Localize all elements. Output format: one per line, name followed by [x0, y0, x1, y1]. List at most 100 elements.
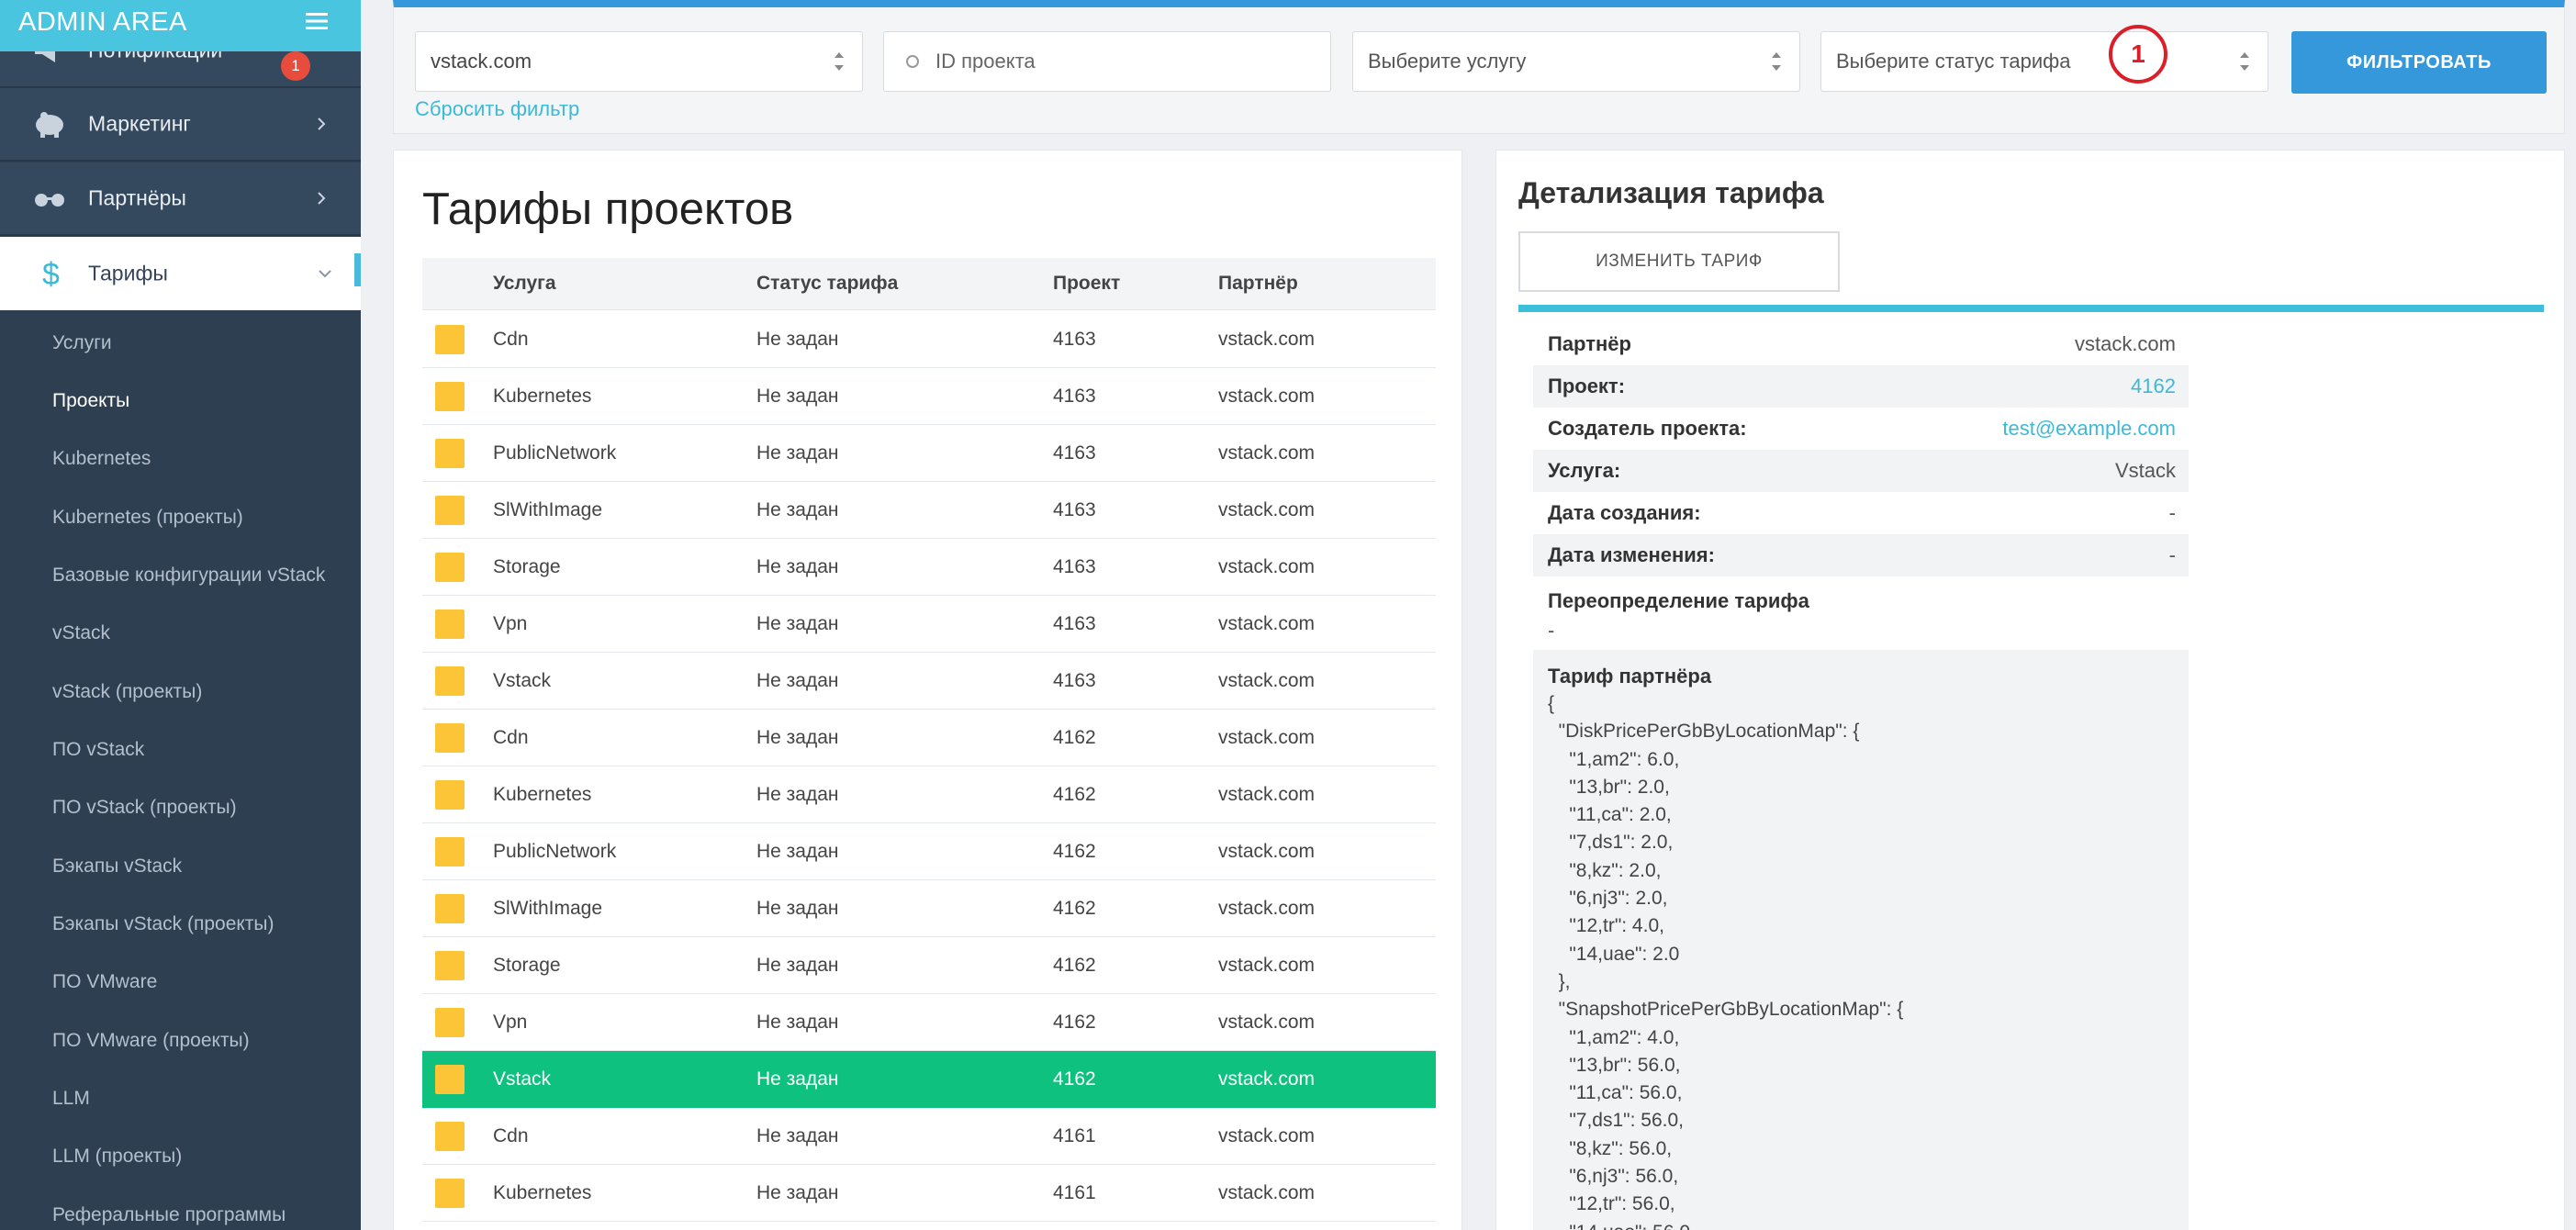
table-row[interactable]: Cdn Не задан 4163 vstack.com: [422, 311, 1436, 368]
cell-status: Не задан: [756, 669, 839, 691]
tariff-status-select[interactable]: Выберите статус тарифа: [1820, 31, 2268, 92]
cell-project: 4162: [1053, 897, 1096, 919]
table-row[interactable]: Kubernetes Не задан 4162 vstack.com: [422, 766, 1436, 823]
row-status-square-icon: [435, 381, 465, 411]
project-id-field[interactable]: ID проекта: [883, 31, 1331, 92]
submenu-item-referral-programs[interactable]: Реферальные программы: [52, 1204, 286, 1226]
cell-partner: vstack.com: [1218, 498, 1316, 520]
table-row[interactable]: Vstack Не задан 4163 vstack.com: [422, 653, 1436, 710]
table-row[interactable]: Storage Не задан 4163 vstack.com: [422, 539, 1436, 596]
partner-tariff-box: Тариф партнёра { "DiskPricePerGbByLocati…: [1533, 650, 2189, 1230]
filter-button[interactable]: ФИЛЬТРОВАТЬ: [2291, 31, 2547, 94]
row-status-square-icon: [435, 722, 465, 753]
table-row[interactable]: SlWithImage Не задан 4163 vstack.com: [422, 482, 1436, 539]
detail-value: -: [2168, 501, 2176, 524]
dollar-icon: $: [42, 257, 60, 290]
detail-value: Vstack: [2114, 459, 2176, 482]
hamburger-menu-icon[interactable]: [306, 12, 328, 30]
submenu-item-llm[interactable]: LLM: [52, 1088, 90, 1110]
cell-service: SlWithImage: [493, 897, 603, 919]
cell-service: Vstack: [493, 1068, 552, 1090]
service-select[interactable]: Выберите услугу: [1352, 31, 1800, 92]
table-row[interactable]: SlWithImage Не задан 4162 vstack.com: [422, 880, 1436, 937]
submenu-item-vmware-software[interactable]: ПО VMware: [52, 971, 157, 993]
cell-partner: vstack.com: [1218, 669, 1316, 691]
submenu-item-llm-projects[interactable]: LLM (проекты): [52, 1146, 182, 1168]
submenu-item-vstack-base-configs[interactable]: Базовые конфигурации vStack: [52, 565, 325, 587]
submenu-item-vstack-projects[interactable]: vStack (проекты): [52, 681, 202, 703]
cell-service: Kubernetes: [493, 783, 592, 805]
cell-partner: vstack.com: [1218, 442, 1316, 464]
table-row[interactable]: Storage Не задан 4162 vstack.com: [422, 937, 1436, 994]
admin-header: ADMIN AREA: [0, 0, 361, 51]
change-tariff-button[interactable]: ИЗМЕНИТЬ ТАРИФ: [1518, 231, 1840, 292]
cell-status: Не задан: [756, 1181, 839, 1203]
detail-value: -: [2168, 543, 2176, 566]
cell-project: 4163: [1053, 498, 1096, 520]
row-status-square-icon: [435, 1007, 465, 1037]
row-status-square-icon: [435, 1121, 465, 1151]
submenu-item-vstack-software[interactable]: ПО vStack: [52, 739, 144, 761]
cell-status: Не задан: [756, 498, 839, 520]
cell-project: 4163: [1053, 669, 1096, 691]
cell-partner: vstack.com: [1218, 328, 1316, 350]
row-status-square-icon: [435, 950, 465, 980]
detail-value-link[interactable]: test@example.com: [2002, 417, 2176, 441]
cell-project: 4163: [1053, 328, 1096, 350]
table-row[interactable]: Cdn Не задан 4162 vstack.com: [422, 710, 1436, 766]
table-row[interactable]: PublicNetwork Не задан 4163 vstack.com: [422, 425, 1436, 482]
tariff-status-placeholder: Выберите статус тарифа: [1836, 50, 2071, 73]
row-status-square-icon: [435, 836, 465, 867]
cell-service: Storage: [493, 954, 561, 976]
table-row[interactable]: PublicNetwork Не задан 4162 vstack.com: [422, 823, 1436, 880]
cell-partner: vstack.com: [1218, 783, 1316, 805]
sidebar-item-partners[interactable]: Партнёры: [0, 162, 361, 236]
submenu-item-kubernetes-projects[interactable]: Kubernetes (проекты): [52, 507, 243, 529]
row-status-square-icon: [435, 1178, 465, 1208]
submenu-item-vmware-software-projects[interactable]: ПО VMware (проекты): [52, 1030, 250, 1052]
row-status-square-icon: [435, 609, 465, 639]
partner-select[interactable]: vstack.com: [415, 31, 863, 92]
detail-value: vstack.com: [2074, 332, 2176, 355]
table-row[interactable]: Vpn Не задан 4162 vstack.com: [422, 994, 1436, 1051]
sidebar-item-label: Партнёры: [88, 185, 186, 210]
reset-filter-link[interactable]: Сбросить фильтр: [415, 97, 579, 121]
header-project: Проект: [1053, 273, 1121, 294]
cell-partner: vstack.com: [1218, 1068, 1316, 1090]
submenu-item-services[interactable]: Услуги: [52, 332, 112, 354]
submenu-item-vstack[interactable]: vStack: [52, 622, 110, 644]
detail-value-link[interactable]: 4162: [2131, 375, 2176, 398]
table-row[interactable]: Vpn Не задан 4163 vstack.com: [422, 596, 1436, 653]
table-row[interactable]: Kubernetes Не задан 4161 vstack.com: [422, 1165, 1436, 1222]
detail-row: Дата изменения: -: [1533, 534, 2189, 576]
detail-key: Проект:: [1548, 375, 1626, 397]
sidebar-item-label: Тарифы: [88, 261, 168, 285]
partner-tariff-json: { "DiskPricePerGbByLocationMap": { "1,am…: [1548, 693, 1904, 1230]
cell-partner: vstack.com: [1218, 1124, 1316, 1146]
row-status-square-icon: [435, 438, 465, 468]
cell-service: PublicNetwork: [493, 840, 617, 862]
submenu-item-projects[interactable]: Проекты: [52, 390, 129, 412]
sidebar-item-marketing[interactable]: Маркетинг: [0, 88, 361, 162]
cell-service: PublicNetwork: [493, 442, 617, 464]
detail-key: Дата изменения:: [1548, 543, 1715, 566]
sidebar-item-tariffs[interactable]: $ Тарифы: [0, 237, 361, 310]
detail-key: Дата создания:: [1548, 501, 1701, 524]
cell-service: Vpn: [493, 1011, 528, 1033]
submenu-item-vstack-backups-projects[interactable]: Бэкапы vStack (проекты): [52, 913, 274, 935]
cell-partner: vstack.com: [1218, 954, 1316, 976]
cell-project: 4162: [1053, 783, 1096, 805]
cell-service: Vpn: [493, 612, 528, 634]
cell-project: 4163: [1053, 442, 1096, 464]
select-arrows-icon: [834, 52, 844, 71]
cell-status: Не задан: [756, 954, 839, 976]
table-row[interactable]: Kubernetes Не задан 4163 vstack.com: [422, 368, 1436, 425]
submenu-item-vstack-backups[interactable]: Бэкапы vStack: [52, 855, 182, 878]
submenu-item-vstack-software-projects[interactable]: ПО vStack (проекты): [52, 797, 237, 819]
submenu-item-kubernetes[interactable]: Kubernetes: [52, 448, 151, 470]
cell-status: Не задан: [756, 555, 839, 577]
cell-partner: vstack.com: [1218, 840, 1316, 862]
table-row[interactable]: Cdn Не задан 4161 vstack.com: [422, 1108, 1436, 1165]
table-row[interactable]: Vstack Не задан 4162 vstack.com: [422, 1051, 1436, 1108]
cell-service: Kubernetes: [493, 1181, 592, 1203]
